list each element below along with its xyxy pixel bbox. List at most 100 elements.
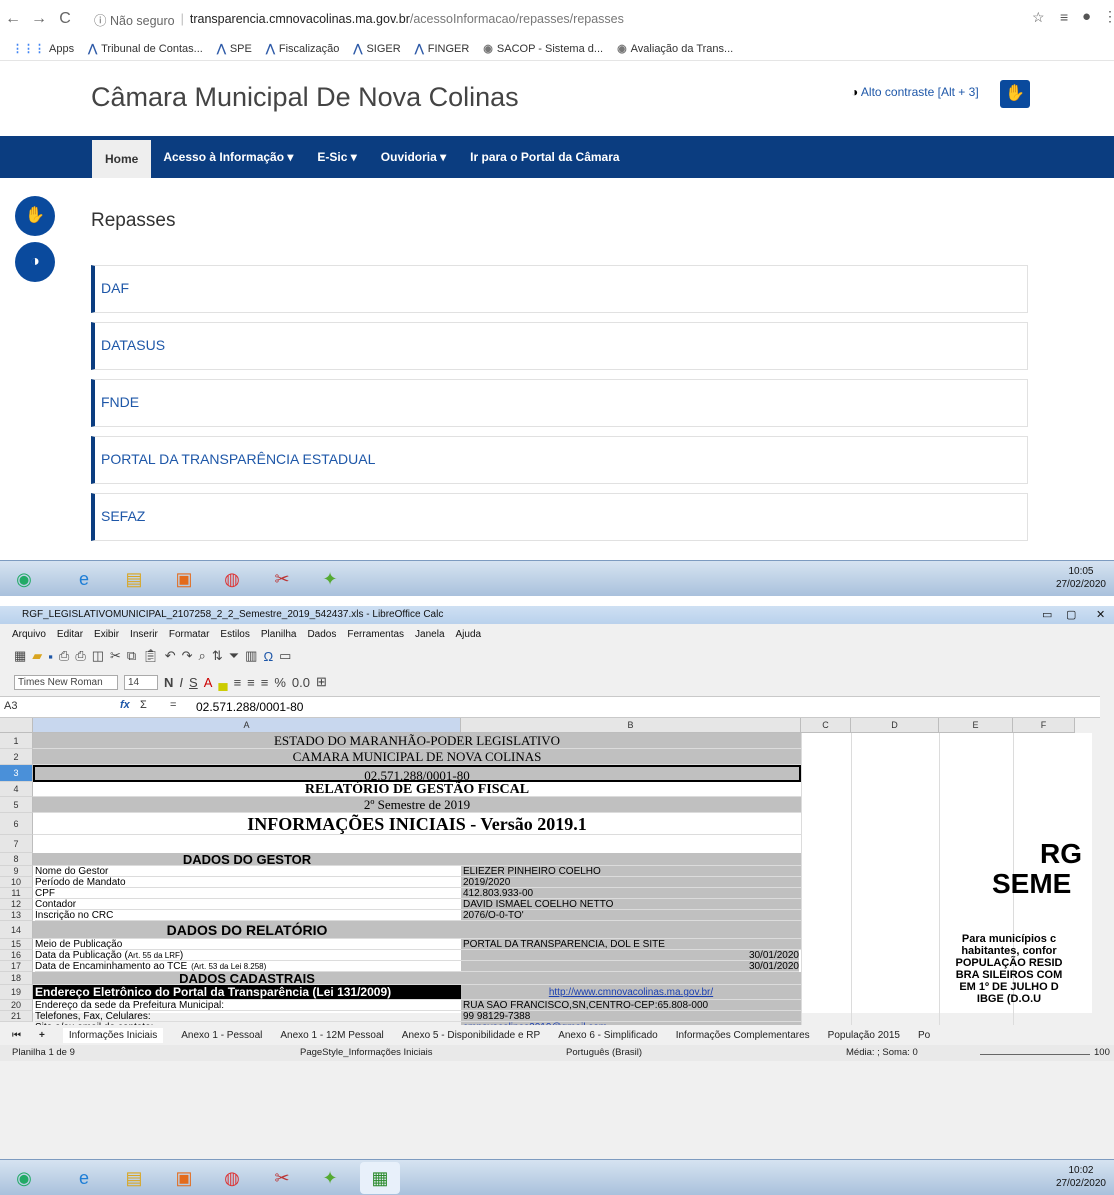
- cell-row-4[interactable]: RELATÓRIO DE GESTÃO FISCAL: [33, 782, 801, 797]
- repasse-item-sefaz[interactable]: SEFAZ: [91, 493, 1028, 541]
- row-header-1[interactable]: 1: [0, 733, 33, 749]
- cell-b-13[interactable]: 2076/O-0-TO': [461, 910, 801, 921]
- align-center-icon[interactable]: ≡: [247, 675, 255, 690]
- sum-icon[interactable]: Σ: [140, 699, 147, 711]
- sign-language-icon[interactable]: ✋: [1000, 80, 1030, 108]
- row-header-20[interactable]: 20: [0, 1000, 33, 1011]
- app-icon[interactable]: ✦: [310, 1162, 350, 1194]
- explorer-icon[interactable]: ▤: [114, 1162, 154, 1194]
- undo-icon[interactable]: ↶: [165, 648, 176, 664]
- font-color-icon[interactable]: A: [204, 675, 213, 690]
- row-header-17[interactable]: 17: [0, 961, 33, 972]
- tray-clock[interactable]: 10:02 27/02/2020: [1056, 1164, 1106, 1190]
- menu-ajuda[interactable]: Ajuda: [456, 629, 482, 640]
- row-header-16[interactable]: 16: [0, 950, 33, 961]
- row-header-2[interactable]: 2: [0, 749, 33, 765]
- borders-icon[interactable]: ⊞: [316, 674, 327, 690]
- cell-a-17[interactable]: Data de Encaminhamento ao TCE (Art. 53 da…: [35, 961, 461, 972]
- cell-a-15[interactable]: Meio de Publicação: [35, 939, 461, 950]
- col-header-f[interactable]: F: [1013, 718, 1075, 733]
- forward-icon[interactable]: →: [26, 10, 52, 28]
- tab-populacao-2015[interactable]: População 2015: [828, 1030, 900, 1041]
- menu-editar[interactable]: Editar: [57, 629, 83, 640]
- row-header-11[interactable]: 11: [0, 888, 33, 899]
- open-icon[interactable]: ▰: [32, 648, 42, 664]
- special-char-icon[interactable]: Ω: [263, 649, 273, 664]
- close-icon[interactable]: ✕: [1096, 606, 1105, 624]
- bookmark-tce[interactable]: ⋀ Tribunal de Contas...: [88, 42, 203, 56]
- calc-taskbar-icon[interactable]: ▦: [360, 1162, 400, 1194]
- cell-b-16[interactable]: 30/01/2020: [461, 950, 799, 961]
- font-name-box[interactable]: Times New Roman: [14, 674, 118, 690]
- media-icon[interactable]: ▣: [164, 1162, 204, 1194]
- name-box[interactable]: A3: [4, 700, 104, 712]
- tab-anexo1-pessoal[interactable]: Anexo 1 - Pessoal: [181, 1030, 262, 1041]
- print-icon[interactable]: ⎙: [75, 648, 85, 664]
- row-header-7[interactable]: 7: [0, 835, 33, 853]
- bookmark-finger[interactable]: ⋀ FINGER: [415, 42, 470, 56]
- row-header-19[interactable]: 19: [0, 985, 33, 1000]
- zoom-slider[interactable]: [980, 1047, 1090, 1055]
- reading-list-icon[interactable]: ≡: [1060, 9, 1068, 25]
- bookmark-sacop[interactable]: ◉ SACOP - Sistema d...: [483, 42, 603, 56]
- tab-informacoes-iniciais[interactable]: Informações Iniciais: [62, 1027, 164, 1043]
- underline-icon[interactable]: S: [189, 675, 198, 690]
- high-contrast-link[interactable]: ◑ Alto contraste [Alt + 3]: [851, 85, 979, 99]
- cell-a-12[interactable]: Contador: [35, 899, 461, 910]
- cell-b-20[interactable]: RUA SÃO FRANCISCO,SN,CENTRO-CEP:65.808-0…: [461, 1000, 801, 1011]
- nav-ouvidoria[interactable]: Ouvidoria ▾: [369, 136, 458, 178]
- minimize-icon[interactable]: ▭: [1042, 606, 1052, 624]
- tab-informacoes-complementares[interactable]: Informações Complementares: [676, 1030, 810, 1041]
- bookmark-avaliacao[interactable]: ◉ Avaliação da Trans...: [617, 42, 733, 56]
- chart-icon[interactable]: ▥: [245, 648, 257, 664]
- menu-inserir[interactable]: Inserir: [130, 629, 158, 640]
- tool-icon[interactable]: ✂: [262, 563, 302, 595]
- repasse-item-fnde[interactable]: FNDE: [91, 379, 1028, 427]
- col-header-a[interactable]: A: [33, 718, 461, 733]
- tray-clock[interactable]: 10:05 27/02/2020: [1056, 565, 1106, 591]
- preview-icon[interactable]: ◫: [92, 648, 104, 664]
- tab-anexo1-12m[interactable]: Anexo 1 - 12M Pessoal: [280, 1030, 383, 1041]
- ie-icon[interactable]: e: [64, 563, 104, 595]
- row-header-18[interactable]: 18: [0, 972, 33, 985]
- bookmark-siger[interactable]: ⋀ SIGER: [353, 42, 400, 56]
- formula-input[interactable]: 02.571.288/0001-80: [196, 700, 303, 714]
- cell-row-1[interactable]: ESTADO DO MARANHÃO-PODER LEGISLATIVO: [33, 733, 801, 749]
- cell-row-3[interactable]: 02.571.288/0001-80: [33, 765, 801, 782]
- url-field[interactable]: ⓘ Não seguro | transparencia.cmnovacolin…: [94, 8, 1054, 30]
- filter-icon[interactable]: ⏷: [229, 648, 239, 664]
- cell-b-21[interactable]: 99 98129-7388: [461, 1011, 801, 1022]
- explorer-icon[interactable]: ▤: [114, 563, 154, 595]
- font-size-box[interactable]: 14: [124, 674, 158, 690]
- cell-a-16[interactable]: Data da Publicação (Art. 55 da LRF): [35, 950, 461, 961]
- formula-icon[interactable]: =: [170, 699, 176, 711]
- highlight-icon[interactable]: ▄: [218, 675, 227, 690]
- cell-a-11[interactable]: CPF: [35, 888, 461, 899]
- row-header-13[interactable]: 13: [0, 910, 33, 921]
- row-header-9[interactable]: 9: [0, 866, 33, 877]
- row-header-12[interactable]: 12: [0, 899, 33, 910]
- tab-po[interactable]: Po: [918, 1030, 930, 1041]
- menu-dados[interactable]: Dados: [307, 629, 336, 640]
- menu-estilos[interactable]: Estilos: [220, 629, 249, 640]
- chrome-icon[interactable]: ◍: [212, 1162, 252, 1194]
- col-header-c[interactable]: C: [801, 718, 851, 733]
- cell-a-20[interactable]: Endereço da sede da Prefeitura Municipal…: [35, 1000, 461, 1011]
- bold-icon[interactable]: N: [164, 675, 173, 690]
- cell-a-19[interactable]: Endereço Eletrônico do Portal da Transpa…: [33, 985, 461, 1000]
- site-title[interactable]: Câmara Municipal De Nova Colinas: [91, 82, 519, 113]
- align-left-icon[interactable]: ≡: [234, 675, 242, 690]
- chrome-icon[interactable]: ◍: [212, 563, 252, 595]
- repasse-item-portal-estadual[interactable]: PORTAL DA TRANSPARÊNCIA ESTADUAL: [91, 436, 1028, 484]
- profile-icon[interactable]: ●: [1082, 8, 1091, 25]
- side-contrast-icon[interactable]: ◑: [15, 242, 55, 282]
- start-icon[interactable]: ◉: [4, 1162, 44, 1194]
- repasse-item-datasus[interactable]: DATASUS: [91, 322, 1028, 370]
- row-header-14[interactable]: 14: [0, 921, 33, 939]
- row-header-3[interactable]: 3: [0, 765, 33, 782]
- nav-esic[interactable]: E-Sic ▾: [305, 136, 368, 178]
- col-header-b[interactable]: B: [461, 718, 801, 733]
- section-fill-18[interactable]: [461, 972, 801, 985]
- section-header-18[interactable]: DADOS CADASTRAIS: [33, 972, 461, 985]
- add-sheet-icon[interactable]: +: [39, 1030, 45, 1041]
